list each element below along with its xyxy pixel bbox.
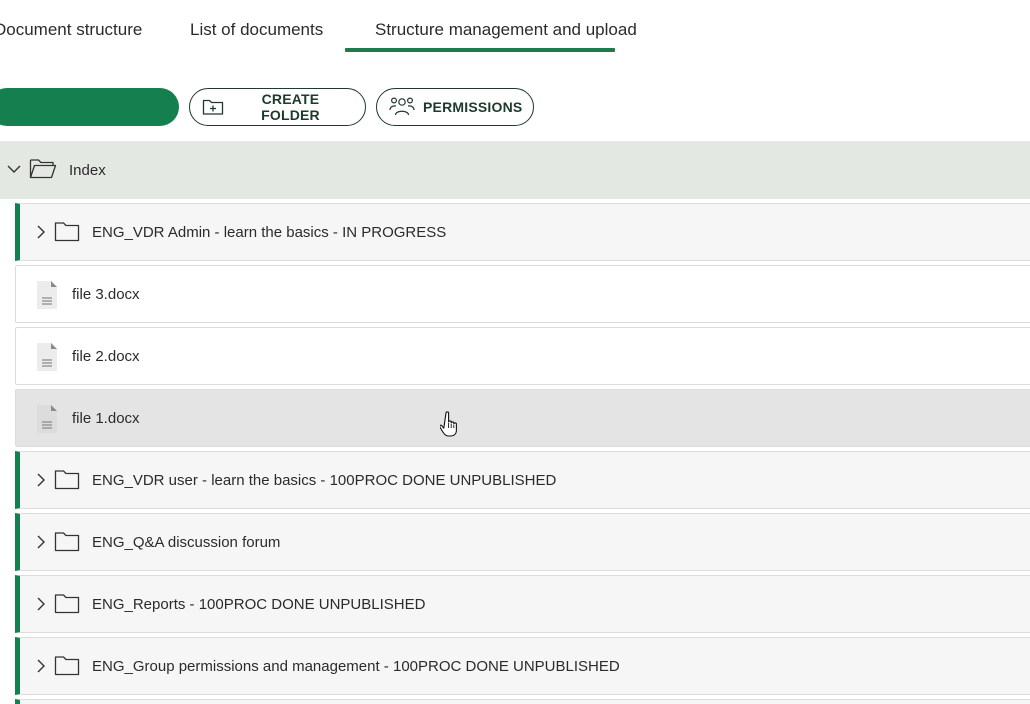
permissions-label: PERMISSIONS xyxy=(423,99,523,115)
chevron-right-icon[interactable] xyxy=(34,224,48,245)
document-icon xyxy=(35,404,59,439)
tree-file-label: file 3.docx xyxy=(72,286,140,303)
page: Document structure List of documents Str… xyxy=(0,0,1030,704)
hand-pointer-icon xyxy=(439,411,460,444)
tree-folder-row[interactable] xyxy=(15,699,1030,704)
tree-root-label: Index xyxy=(69,162,106,179)
toolbar: CREATE FOLDER PERMISSIONS xyxy=(0,88,1030,126)
tree-folder-label: ENG_VDR Admin - learn the basics - IN PR… xyxy=(92,224,447,241)
tab-list-of-documents[interactable]: List of documents xyxy=(190,20,323,40)
chevron-right-icon[interactable] xyxy=(34,534,48,555)
tree-folder-row[interactable]: ENG_VDR Admin - learn the basics - IN PR… xyxy=(15,203,1030,261)
chevron-right-icon[interactable] xyxy=(34,596,48,617)
tree-folder-row[interactable]: ENG_VDR user - learn the basics - 100PRO… xyxy=(15,451,1030,509)
tree-folder-row[interactable]: ENG_Group permissions and management - 1… xyxy=(15,637,1030,695)
tree-file-row[interactable]: file 2.docx xyxy=(15,327,1030,385)
document-icon xyxy=(35,342,59,377)
primary-action-button[interactable] xyxy=(0,88,179,126)
chevron-right-icon[interactable] xyxy=(34,658,48,679)
tree-file-row[interactable]: file 1.docx xyxy=(15,389,1030,447)
folder-icon xyxy=(54,593,80,620)
chevron-right-icon[interactable] xyxy=(34,472,48,493)
users-icon xyxy=(389,96,415,118)
document-icon xyxy=(35,280,59,315)
tree-folder-row[interactable]: ENG_Reports - 100PROC DONE UNPUBLISHED xyxy=(15,575,1030,633)
create-folder-label: CREATE FOLDER xyxy=(261,91,320,123)
tab-document-structure[interactable]: Document structure xyxy=(0,20,142,40)
permissions-button[interactable]: PERMISSIONS xyxy=(376,88,534,126)
folder-icon xyxy=(54,221,80,248)
folder-open-icon xyxy=(29,157,57,186)
tab-structure-management[interactable]: Structure management and upload xyxy=(375,20,637,40)
tree-folder-label: ENG_Group permissions and management - 1… xyxy=(92,658,620,675)
active-tab-indicator xyxy=(345,48,615,52)
folder-icon xyxy=(54,469,80,496)
folder-icon xyxy=(54,531,80,558)
tree-file-label: file 1.docx xyxy=(72,410,140,427)
tree-folder-label: ENG_Q&A discussion forum xyxy=(92,534,281,551)
tree-folder-label: ENG_VDR user - learn the basics - 100PRO… xyxy=(92,472,557,489)
tab-bar: Document structure List of documents Str… xyxy=(0,0,1030,54)
tree-root-row[interactable]: Index xyxy=(0,141,1030,199)
folder-plus-icon xyxy=(202,98,224,116)
tree-file-label: file 2.docx xyxy=(72,348,140,365)
tree-folder-label: ENG_Reports - 100PROC DONE UNPUBLISHED xyxy=(92,596,426,613)
create-folder-button[interactable]: CREATE FOLDER xyxy=(189,88,366,126)
tree-folder-row[interactable]: ENG_Q&A discussion forum xyxy=(15,513,1030,571)
chevron-down-icon[interactable] xyxy=(6,161,22,182)
tree-file-row[interactable]: file 3.docx xyxy=(15,265,1030,323)
folder-icon xyxy=(54,655,80,682)
